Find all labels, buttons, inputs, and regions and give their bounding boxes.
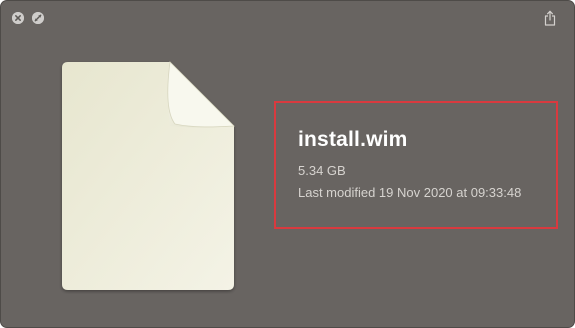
share-button[interactable] bbox=[541, 8, 559, 28]
quick-look-window: install.wim 5.34 GB Last modified 19 Nov… bbox=[0, 0, 575, 328]
share-icon bbox=[544, 10, 556, 26]
close-button[interactable] bbox=[12, 12, 24, 24]
fullscreen-button[interactable] bbox=[32, 12, 44, 24]
file-modified-date: Last modified 19 Nov 2020 at 09:33:48 bbox=[298, 185, 522, 200]
document-icon bbox=[62, 61, 235, 290]
fullscreen-icon bbox=[32, 12, 44, 24]
file-name: install.wim bbox=[298, 128, 408, 151]
close-icon bbox=[12, 12, 24, 24]
file-size: 5.34 GB bbox=[298, 163, 346, 178]
